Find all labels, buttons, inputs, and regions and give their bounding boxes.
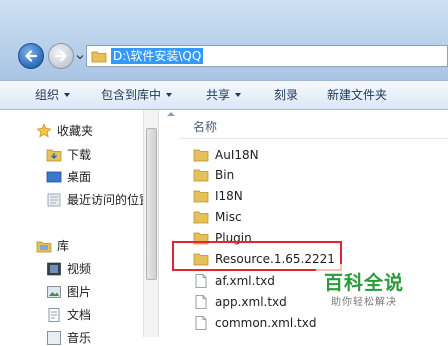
item-name: common.xml.txd: [215, 316, 317, 330]
folder-icon: [193, 149, 209, 162]
desktop-icon: [46, 171, 62, 183]
address-bar[interactable]: D:\软件安装\QQ: [86, 45, 448, 67]
documents-library-icon: [48, 308, 60, 322]
nav-label: 收藏夹: [57, 124, 94, 138]
list-item[interactable]: Plugin: [193, 228, 252, 248]
libraries-icon: [36, 241, 52, 253]
nav-label: 最近访问的位置: [67, 193, 152, 207]
folder-icon: [193, 211, 209, 224]
item-name: Bin: [215, 168, 235, 182]
include-label: 包含到库中: [101, 88, 162, 102]
chevron-down-icon: [64, 93, 71, 97]
list-item[interactable]: af.xml.txd: [193, 271, 275, 291]
nav-label: 音乐: [67, 331, 92, 345]
list-item[interactable]: Resource.1.65.2221: [193, 249, 335, 269]
nav-item-videos[interactable]: 视频: [46, 261, 91, 277]
watermark-subtitle: 助你轻松解决: [331, 297, 397, 308]
nav-item-music[interactable]: 音乐: [46, 330, 91, 346]
star-icon: [36, 123, 52, 138]
video-library-icon: [47, 262, 61, 276]
recent-pages-dropdown-icon[interactable]: [76, 53, 84, 61]
chevron-down-icon: [235, 93, 242, 97]
arrow-right-icon: [54, 50, 67, 62]
item-name: af.xml.txd: [215, 274, 275, 288]
item-name: AuI18N: [215, 148, 259, 162]
list-item[interactable]: AuI18N: [193, 145, 259, 165]
nav-label: 图片: [67, 285, 92, 299]
file-icon: [195, 274, 207, 288]
arrow-left-icon: [25, 50, 38, 62]
header-separator: [179, 138, 448, 139]
folder-icon: [193, 232, 209, 245]
file-icon: [195, 295, 207, 309]
item-name: I18N: [215, 189, 243, 203]
folder-icon: [193, 253, 209, 266]
organize-button[interactable]: 组织: [35, 88, 71, 102]
command-bar: 组织 包含到库中 共享 刻录 新建文件夹: [0, 80, 448, 110]
chevron-down-icon: [166, 93, 173, 97]
include-in-library-button[interactable]: 包含到库中: [101, 88, 173, 102]
folder-icon: [193, 169, 209, 182]
nav-scrollbar-thumb[interactable]: [146, 128, 157, 280]
item-name: Plugin: [215, 231, 252, 245]
item-name: app.xml.txd: [215, 295, 287, 309]
burn-label: 刻录: [274, 88, 299, 102]
share-label: 共享: [206, 88, 231, 102]
list-item[interactable]: I18N: [193, 186, 243, 206]
column-header-name[interactable]: 名称: [193, 118, 217, 135]
folder-icon: [91, 51, 107, 62]
watermark-title: 百科全说: [324, 272, 405, 294]
recent-places-icon: [47, 193, 61, 207]
forward-button[interactable]: [48, 43, 74, 69]
list-item[interactable]: app.xml.txd: [193, 292, 287, 312]
pictures-library-icon: [47, 286, 61, 298]
share-button[interactable]: 共享: [206, 88, 242, 102]
nav-label: 库: [57, 239, 70, 253]
sort-ascending-icon: [167, 112, 175, 116]
nav-item-libraries[interactable]: 库: [36, 238, 69, 254]
nav-scrollbar[interactable]: [143, 110, 158, 337]
nav-label: 文档: [67, 308, 92, 322]
organize-label: 组织: [35, 88, 60, 102]
back-button[interactable]: [18, 43, 44, 69]
nav-label: 视频: [67, 262, 92, 276]
file-icon: [195, 316, 207, 330]
nav-item-downloads[interactable]: 下载: [46, 147, 91, 163]
new-folder-button[interactable]: 新建文件夹: [327, 88, 387, 102]
list-item[interactable]: Bin: [193, 165, 234, 185]
folder-icon: [193, 190, 209, 203]
nav-item-recent-places[interactable]: 最近访问的位置: [46, 192, 151, 208]
nav-item-documents[interactable]: 文档: [46, 307, 91, 323]
music-library-icon: [47, 331, 61, 345]
downloads-folder-icon: [46, 149, 62, 162]
window-header: [0, 0, 448, 80]
new-folder-label: 新建文件夹: [327, 88, 388, 102]
item-name: Misc: [215, 210, 242, 224]
nav-item-favorites[interactable]: 收藏夹: [36, 123, 93, 139]
address-path[interactable]: D:\软件安装\QQ: [111, 48, 204, 64]
list-item[interactable]: Misc: [193, 207, 242, 227]
nav-label: 桌面: [67, 170, 92, 184]
list-item[interactable]: common.xml.txd: [193, 313, 316, 333]
navigation-pane: 收藏夹 下载 桌面 最近访问的位置 库 视频 图片 文档 音乐: [0, 110, 158, 345]
nav-item-desktop[interactable]: 桌面: [46, 169, 91, 185]
nav-item-pictures[interactable]: 图片: [46, 284, 91, 300]
burn-button[interactable]: 刻录: [274, 88, 298, 102]
nav-label: 下载: [67, 148, 92, 162]
